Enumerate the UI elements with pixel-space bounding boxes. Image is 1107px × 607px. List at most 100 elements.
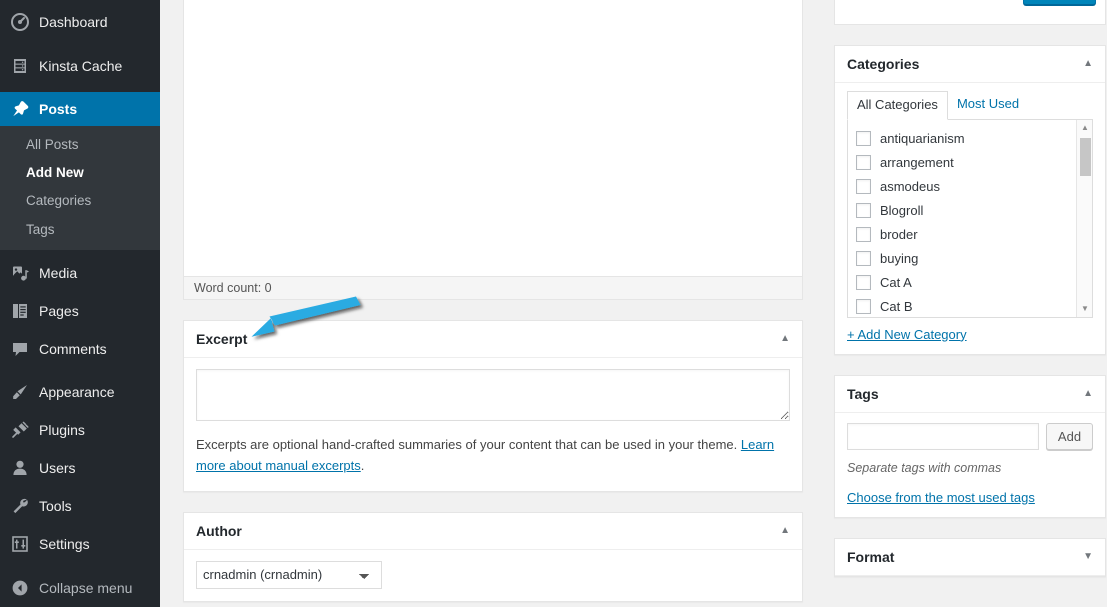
sidebar-item-appearance[interactable]: Appearance: [0, 375, 160, 409]
author-metabox-header[interactable]: Author ▲: [184, 513, 802, 550]
admin-body: Word count: 0 Excerpt ▲ Excerpts are opt…: [160, 0, 1107, 607]
sidebar-item-label: Media: [39, 264, 78, 281]
categories-metabox-header[interactable]: Categories ▲: [835, 46, 1105, 83]
server-icon: [10, 56, 30, 76]
excerpt-textarea[interactable]: [196, 369, 790, 421]
category-label: broder: [880, 227, 918, 243]
sidebar-item-add-new[interactable]: Add New: [0, 159, 160, 187]
excerpt-metabox: Excerpt ▲ Excerpts are optional hand-cra…: [183, 320, 803, 492]
submenu-label: Tags: [26, 221, 55, 237]
sidebar-item-plugins[interactable]: Plugins: [0, 413, 160, 447]
collapse-arrow-icon: [10, 578, 30, 598]
category-checkbox[interactable]: [856, 203, 871, 219]
list-item[interactable]: asmodeus: [856, 175, 1092, 199]
list-item[interactable]: Cat A: [856, 271, 1092, 295]
sidebar-item-tools[interactable]: Tools: [0, 489, 160, 523]
sidebar-item-users[interactable]: Users: [0, 451, 160, 485]
tab-all-categories[interactable]: All Categories: [847, 91, 948, 120]
add-tag-button[interactable]: Add: [1046, 422, 1093, 450]
sidebar-item-tags[interactable]: Tags: [0, 216, 160, 244]
tab-label: Most Used: [956, 96, 1020, 111]
excerpt-metabox-body: Excerpts are optional hand-crafted summa…: [184, 358, 802, 491]
sidebar-item-media[interactable]: Media: [0, 256, 160, 290]
scrollbar-thumb[interactable]: [1080, 137, 1091, 176]
admin-sidebar: Dashboard Kinsta Cache Posts All Posts A…: [0, 0, 168, 607]
tab-most-used[interactable]: Most Used: [948, 91, 1028, 120]
page-icon: [10, 301, 30, 321]
chevron-down-icon[interactable]: ▼: [1083, 551, 1093, 562]
sidebar-item-comments[interactable]: Comments: [0, 332, 160, 366]
category-checkbox[interactable]: [856, 275, 871, 291]
add-new-category-link[interactable]: + Add New Category: [847, 327, 967, 342]
post-content-editor[interactable]: [183, 0, 803, 277]
publish-button[interactable]: Publish: [1023, 0, 1096, 5]
sidebar-item-posts[interactable]: Posts: [0, 92, 168, 126]
category-label: arrangement: [880, 155, 954, 171]
sidebar-item-settings[interactable]: Settings: [0, 527, 160, 561]
category-checkbox[interactable]: [856, 251, 871, 267]
list-item[interactable]: Cat B: [856, 295, 1092, 317]
sidebar-item-categories[interactable]: Categories: [0, 187, 160, 215]
tags-metabox-body: Add Separate tags with commas Choose fro…: [835, 413, 1105, 517]
excerpt-help-text: Excerpts are optional hand-crafted summa…: [196, 435, 790, 477]
list-item[interactable]: broder: [856, 223, 1092, 247]
tag-input[interactable]: [847, 422, 1039, 450]
chevron-up-icon[interactable]: ▲: [1083, 59, 1093, 69]
excerpt-title: Excerpt: [196, 331, 248, 347]
sidebar-item-label: Pages: [39, 302, 79, 319]
tags-metabox-header[interactable]: Tags ▲: [835, 376, 1105, 413]
categories-list: antiquarianism arrangement asmodeus Blog…: [848, 120, 1092, 317]
sidebar-item-label: Settings: [39, 535, 90, 552]
sidebar-divider: [0, 366, 160, 375]
category-label: Blogroll: [880, 203, 924, 219]
sidebar-item-label: Users: [39, 459, 76, 476]
choose-most-used-tags-link[interactable]: Choose from the most used tags: [847, 490, 1035, 505]
sidebar-item-label: Appearance: [39, 383, 115, 400]
category-checkbox[interactable]: [856, 179, 871, 195]
publish-metabox-footer: Publish: [834, 0, 1106, 25]
excerpt-help-before: Excerpts are optional hand-crafted summa…: [196, 437, 741, 452]
sidebar-item-label: Dashboard: [39, 14, 108, 30]
sidebar-item-label: Kinsta Cache: [39, 58, 123, 74]
sidebar-item-label: Plugins: [39, 421, 85, 438]
categories-metabox-body: All Categories Most Used antiquarianism …: [835, 83, 1105, 354]
list-item[interactable]: Blogroll: [856, 199, 1092, 223]
category-checkbox[interactable]: [856, 131, 871, 147]
triangle-up-icon[interactable]: ▲: [1077, 120, 1092, 136]
sidebar-item-pages[interactable]: Pages: [0, 294, 160, 328]
category-checkbox[interactable]: [856, 299, 871, 315]
wrench-icon: [10, 496, 30, 516]
sidebar-item-kinsta-cache[interactable]: Kinsta Cache: [0, 49, 160, 83]
tag-note: Separate tags with commas: [847, 460, 1002, 475]
category-checkbox[interactable]: [856, 227, 871, 243]
wp-admin-screen: Dashboard Kinsta Cache Posts All Posts A…: [0, 0, 1107, 607]
categories-tablist: All Categories Most Used: [847, 83, 1093, 120]
collapse-menu-label: Collapse menu: [39, 579, 133, 596]
post-body-main-column: Word count: 0 Excerpt ▲ Excerpts are opt…: [183, 0, 803, 602]
category-label: buying: [880, 251, 919, 267]
chevron-up-icon[interactable]: ▲: [780, 334, 790, 344]
comment-icon: [10, 339, 30, 359]
sidebar-divider: [0, 83, 160, 92]
word-count-label: Word count: 0: [194, 281, 272, 295]
triangle-down-icon[interactable]: ▼: [1077, 301, 1092, 317]
excerpt-metabox-header[interactable]: Excerpt ▲: [184, 321, 802, 358]
chevron-up-icon[interactable]: ▲: [1083, 388, 1093, 399]
list-item[interactable]: buying: [856, 247, 1092, 271]
categories-list-container[interactable]: antiquarianism arrangement asmodeus Blog…: [847, 118, 1093, 318]
chevron-up-icon[interactable]: ▲: [780, 525, 790, 536]
author-select[interactable]: crnadmin (crnadmin): [196, 560, 382, 589]
categories-title: Categories: [847, 56, 920, 72]
list-item[interactable]: arrangement: [856, 151, 1092, 175]
format-metabox-header[interactable]: Format ▼: [835, 539, 1105, 576]
sidebar-item-all-posts[interactable]: All Posts: [0, 131, 160, 159]
collapse-menu-button[interactable]: Collapse menu: [0, 571, 160, 605]
submenu-label: Add New: [26, 165, 84, 181]
categories-scrollbar[interactable]: ▲ ▼: [1076, 119, 1092, 317]
submenu-label: Categories: [26, 193, 92, 209]
sliders-icon: [10, 534, 30, 554]
dashboard-icon: [10, 12, 30, 32]
category-checkbox[interactable]: [856, 155, 871, 171]
sidebar-item-dashboard[interactable]: Dashboard: [0, 5, 160, 39]
list-item[interactable]: antiquarianism: [856, 127, 1092, 151]
